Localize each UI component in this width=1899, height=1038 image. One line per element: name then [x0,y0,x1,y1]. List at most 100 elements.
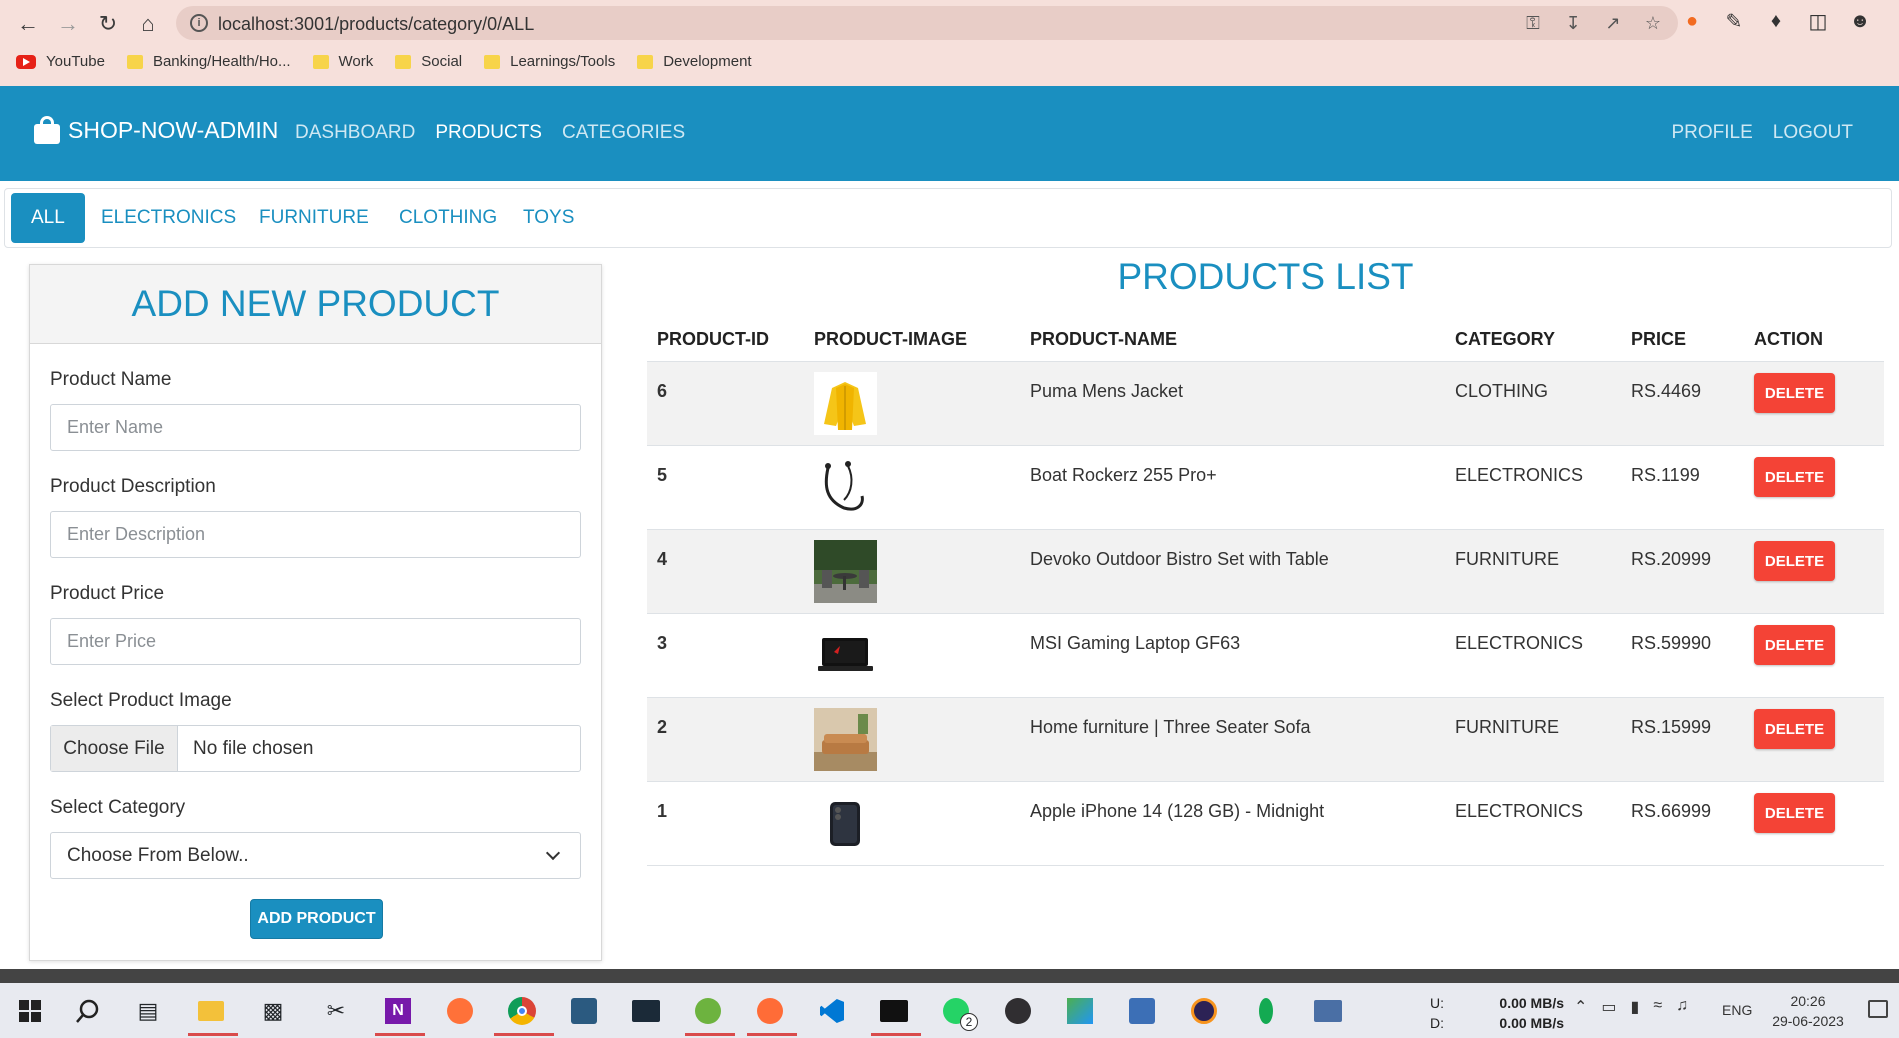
obs-icon[interactable] [998,991,1038,1031]
product-category: FURNITURE [1455,717,1559,737]
spring-tools-icon[interactable] [688,991,728,1031]
add-product-button[interactable]: ADD PRODUCT [250,899,383,939]
site-info-icon[interactable]: i [190,14,208,32]
product-price: RS.4469 [1631,381,1702,401]
delete-button[interactable]: DELETE [1754,373,1835,413]
language-indicator[interactable]: ENG [1722,1002,1752,1018]
table-row: 5 Boat Rockerz 255 Pro+ ELECTRONICS RS.1… [647,446,1884,530]
bookmark-item[interactable]: Development [637,53,752,70]
notification-icon[interactable] [1868,1000,1888,1018]
extensions-area: ● ✎ ♦ ◫ ☻ ⋮ [1680,8,1899,34]
table-row: 1 Apple iPhone 14 (128 GB) - Midnight EL… [647,782,1884,866]
photos-icon[interactable]: ▩ [253,991,293,1031]
chrome-icon[interactable] [502,991,542,1031]
key-icon[interactable]: ⚿ [1522,12,1544,34]
folder-icon [126,54,143,69]
eclipse-icon[interactable] [1184,991,1224,1031]
delete-button[interactable]: DELETE [1754,541,1835,581]
product-category: ELECTRONICS [1455,633,1584,653]
remote-desktop-icon[interactable] [1308,991,1348,1031]
tab-furniture[interactable]: FURNITURE [239,193,389,243]
snipping-tool-icon[interactable]: ✂ [316,991,356,1031]
windows-start-icon[interactable] [10,991,50,1031]
category-select[interactable]: Choose From Below.. [50,832,581,879]
extension-orange-icon[interactable]: ● [1680,8,1704,34]
nav-products[interactable]: PRODUCTS [435,122,542,144]
product-description-label: Product Description [50,476,216,497]
mongodb-compass-icon[interactable] [1246,991,1286,1031]
home-icon[interactable]: ⌂ [132,10,164,38]
search-icon[interactable] [68,991,108,1031]
url-text[interactable]: localhost:3001/products/category/0/ALL [218,14,534,35]
bookmark-item[interactable]: Banking/Health/Ho... [126,53,291,70]
volume-icon[interactable]: ♫ [1676,997,1688,1017]
onenote-icon[interactable]: N [378,991,418,1031]
product-image-label: Select Product Image [50,690,232,711]
extension-eyedropper-icon[interactable]: ✎ [1722,8,1746,34]
jacket-thumbnail [814,372,877,435]
nav-categories[interactable]: CATEGORIES [562,122,685,144]
product-price-input[interactable]: Enter Price [50,618,581,665]
browser-nav-buttons: ← → ↻ ⌂ [12,10,164,38]
menu-icon[interactable]: ⋮ [1890,8,1899,34]
nav-logout[interactable]: LOGOUT [1773,122,1853,144]
reload-icon[interactable]: ↻ [92,10,124,38]
product-id: 6 [657,381,668,401]
product-name-label: Product Name [50,369,172,390]
battery-icon[interactable]: ▮ [1631,997,1640,1017]
category-tabs: ALL ELECTRONICS FURNITURE CLOTHING TOYS [4,188,1892,248]
bookmark-star-icon[interactable]: ☆ [1642,12,1664,34]
product-id: 3 [657,633,668,653]
network-tool-icon[interactable] [1122,991,1162,1031]
nav-profile[interactable]: PROFILE [1671,122,1752,144]
install-icon[interactable]: ↧ [1562,12,1584,34]
brand-link[interactable]: SHOP-NOW-ADMIN [34,116,278,144]
table-row: 6 Puma Mens Jacket CLOTHING RS.4469 DELE… [647,362,1884,446]
product-name: MSI Gaming Laptop GF63 [1030,633,1241,653]
avatar[interactable]: ☻ [1848,8,1872,34]
wifi-icon[interactable]: ≈ [1653,997,1662,1017]
bookmark-item[interactable]: YouTube [16,53,105,70]
chevron-up-icon[interactable]: ⌃ [1574,997,1587,1017]
product-category: ELECTRONICS [1455,465,1584,485]
nav-links: DASHBOARD PRODUCTS CATEGORIES [295,122,685,144]
file-status-text: No file chosen [193,737,314,759]
whatsapp-icon[interactable]: 2 [936,991,978,1031]
bookmark-item[interactable]: Social [395,53,462,70]
table-row: 2 Home furniture | Three Seater Sofa FUR… [647,698,1884,782]
app-grid-icon[interactable] [1060,991,1100,1031]
file-explorer-icon[interactable] [191,991,231,1031]
product-category: FURNITURE [1455,549,1559,569]
delete-button[interactable]: DELETE [1754,625,1835,665]
product-image-file-input[interactable]: Choose File No file chosen [50,725,581,772]
clock[interactable]: 20:26 29-06-2023 [1768,991,1848,1031]
product-description-input[interactable]: Enter Description [50,511,581,558]
vscode-icon[interactable] [812,991,852,1031]
delete-button[interactable]: DELETE [1754,793,1835,833]
terminal-icon[interactable] [874,991,914,1031]
task-view-icon[interactable]: ▤ [128,991,168,1031]
product-name-input[interactable]: Enter Name [50,404,581,451]
tab-clothing[interactable]: CLOTHING [379,193,517,243]
bookmark-item[interactable]: Learnings/Tools [484,53,615,70]
tab-all[interactable]: ALL [11,193,85,243]
product-name: Home furniture | Three Seater Sofa [1030,717,1311,737]
forward-icon[interactable]: → [52,10,84,38]
sidepanel-icon[interactable]: ◫ [1806,8,1830,34]
tray-device-icon[interactable]: ▭ [1601,997,1616,1017]
puzzle-icon[interactable]: ♦ [1764,8,1788,34]
share-icon[interactable]: ↗ [1602,12,1624,34]
firefox-icon[interactable] [440,991,480,1031]
delete-button[interactable]: DELETE [1754,457,1835,497]
tab-toys[interactable]: TOYS [503,193,594,243]
mysql-workbench-icon[interactable] [564,991,604,1031]
mysql-shell-icon[interactable] [626,991,666,1031]
back-icon[interactable]: ← [12,10,44,38]
nav-dashboard[interactable]: DASHBOARD [295,122,415,144]
bookmark-item[interactable]: Work [312,53,373,70]
choose-file-button[interactable]: Choose File [51,726,178,771]
tab-electronics[interactable]: ELECTRONICS [81,193,256,243]
postman-icon[interactable] [750,991,790,1031]
address-bar[interactable]: i localhost:3001/products/category/0/ALL… [176,6,1678,40]
delete-button[interactable]: DELETE [1754,709,1835,749]
